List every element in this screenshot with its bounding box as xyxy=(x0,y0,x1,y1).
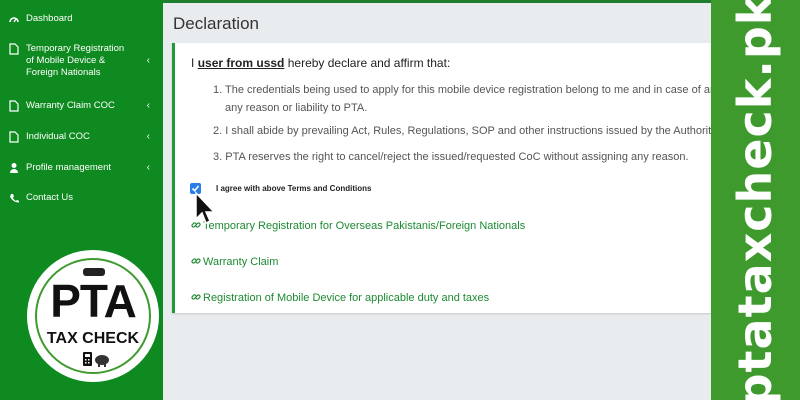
calculator-piggy-bank-icon xyxy=(83,352,109,367)
chevron-left-icon: ‹ xyxy=(146,100,150,111)
page-title: Declaration xyxy=(173,14,259,33)
link-label: Registration of Mobile Device for applic… xyxy=(203,292,490,304)
sidebar-item-label: Warranty Claim COC xyxy=(26,100,115,111)
file-icon xyxy=(9,100,19,112)
chevron-left-icon: ‹ xyxy=(146,131,150,142)
watermark-banner: ptataxcheck.pk xyxy=(711,0,800,400)
declaration-user: user from ussd xyxy=(197,56,285,70)
point-number: 2. xyxy=(213,125,223,137)
declaration-card: I user from ussd hereby declare and affi… xyxy=(172,43,712,313)
link-registration-mobile-device[interactable]: Registration of Mobile Device for applic… xyxy=(191,292,489,304)
chevron-left-icon: ‹ xyxy=(146,55,150,66)
sidebar-item-label: Temporary Registration of Mobile Device … xyxy=(26,43,125,78)
dashboard-icon xyxy=(9,17,19,23)
link-warranty-claim[interactable]: Warranty Claim xyxy=(191,256,278,268)
declaration-point: 3. PTA reserves the right to cancel/reje… xyxy=(213,148,712,166)
declaration-prefix: I xyxy=(191,56,195,70)
mouse-cursor-icon xyxy=(195,191,216,225)
agree-label[interactable]: I agree with above Terms and Conditions xyxy=(216,184,371,193)
user-icon xyxy=(10,163,18,173)
point-text: The credentials being used to apply for … xyxy=(225,84,712,96)
sidebar-item-label: Contact Us xyxy=(26,192,73,203)
sidebar-item-label: Profile management xyxy=(26,162,112,173)
sidebar-item-label: Individual COC xyxy=(26,131,90,142)
declaration-point: 1. The credentials being used to apply f… xyxy=(213,81,712,117)
link-icon xyxy=(191,258,201,264)
point-text-continued: any reason or liability to PTA. xyxy=(225,102,368,114)
point-number: 3. xyxy=(213,151,223,163)
logo-tax-check-text: TAX CHECK xyxy=(46,330,140,347)
logo-pta-text: PTA xyxy=(50,275,137,327)
link-temporary-registration-overseas[interactable]: Temporary Registration for Overseas Paki… xyxy=(191,220,525,232)
link-label: Temporary Registration for Overseas Paki… xyxy=(203,220,526,232)
point-text: I shall abide by prevailing Act, Rules, … xyxy=(225,125,712,137)
point-number: 1. xyxy=(213,84,223,96)
chevron-left-icon: ‹ xyxy=(146,162,150,173)
point-text: PTA reserves the right to cancel/reject … xyxy=(225,151,689,163)
watermark-text: ptataxcheck.pk xyxy=(728,0,782,400)
declaration-suffix: hereby declare and affirm that: xyxy=(287,56,451,70)
declaration-intro: I user from ussd hereby declare and affi… xyxy=(191,56,450,70)
sidebar-item-label: Dashboard xyxy=(26,13,73,24)
link-icon xyxy=(191,294,201,300)
declaration-point: 2. I shall abide by prevailing Act, Rule… xyxy=(213,122,712,140)
phone-icon xyxy=(10,194,19,203)
file-icon xyxy=(9,43,19,55)
pta-tax-check-logo: PTA TAX CHECK xyxy=(27,250,159,382)
file-icon xyxy=(9,131,19,143)
sidebar: Dashboard Temporary Registration of Mobi… xyxy=(0,0,163,400)
link-label: Warranty Claim xyxy=(203,256,279,268)
